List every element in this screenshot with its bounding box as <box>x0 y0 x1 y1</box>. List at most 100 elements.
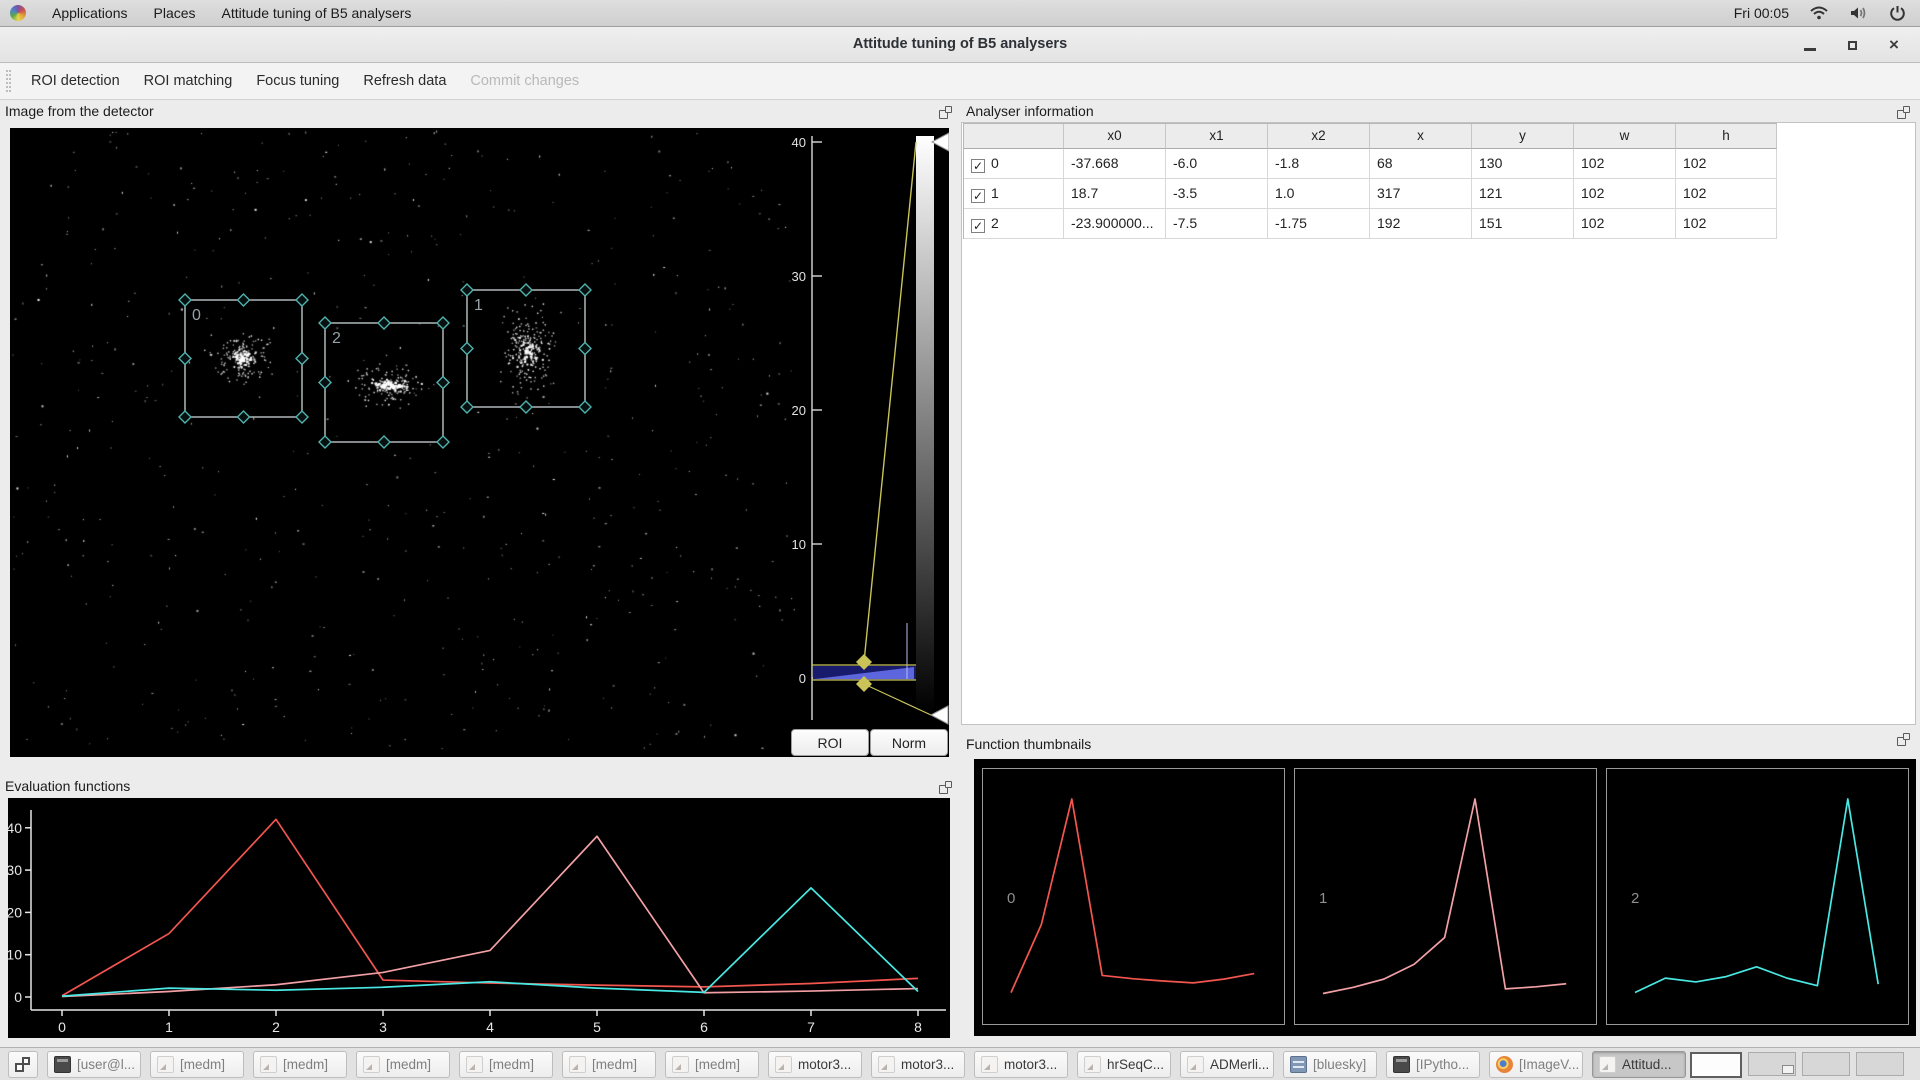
analyser-cell[interactable]: 317 <box>1370 179 1472 209</box>
analyser-cell[interactable]: 18.7 <box>1064 179 1166 209</box>
roi-handle[interactable] <box>378 436 390 448</box>
analyser-cell[interactable]: 102 <box>1676 149 1777 179</box>
places-menu[interactable]: Places <box>154 5 196 21</box>
roi-handle[interactable] <box>378 317 390 329</box>
analyser-cell[interactable]: 102 <box>1574 149 1676 179</box>
roi-handle[interactable] <box>179 353 191 365</box>
minimize-button[interactable] <box>1800 35 1820 55</box>
analyser-cell[interactable]: 102 <box>1574 209 1676 239</box>
norm-colorbar[interactable] <box>916 136 934 713</box>
roi-rect-1[interactable] <box>467 290 585 407</box>
taskbar-button-admerli[interactable]: ADMerli... <box>1180 1051 1274 1078</box>
power-icon[interactable] <box>1889 5 1906 22</box>
taskbar-button-hrseqc[interactable]: hrSeqC... <box>1077 1051 1171 1078</box>
roi-handle[interactable] <box>520 401 532 413</box>
volume-icon[interactable] <box>1849 5 1869 21</box>
taskbar-button-imagev[interactable]: [ImageV... <box>1489 1051 1583 1078</box>
analyser-cell[interactable]: 1.0 <box>1268 179 1370 209</box>
roi-handle[interactable] <box>579 343 591 355</box>
taskbar-button-motor3[interactable]: motor3... <box>974 1051 1068 1078</box>
analyser-cell[interactable]: 130 <box>1472 149 1574 179</box>
taskbar-button-motor3[interactable]: motor3... <box>871 1051 965 1078</box>
analyser-cell[interactable]: 151 <box>1472 209 1574 239</box>
roi-handle[interactable] <box>461 401 473 413</box>
toolbar-roi-matching[interactable]: ROI matching <box>134 67 243 95</box>
analyser-column-header[interactable]: x1 <box>1166 124 1268 149</box>
analyser-column-header[interactable]: w <box>1574 124 1676 149</box>
workspace-3[interactable] <box>1802 1052 1850 1076</box>
analyser-cell[interactable]: -37.668 <box>1064 149 1166 179</box>
taskbar-button-ipytho[interactable]: [IPytho... <box>1386 1051 1480 1078</box>
roi-handle[interactable] <box>437 436 449 448</box>
analyser-panel-float-icon[interactable] <box>1897 106 1910 119</box>
applications-menu[interactable]: Applications <box>52 5 128 21</box>
analyser-cell[interactable]: 102 <box>1676 179 1777 209</box>
roi-box-2[interactable]: 2 <box>319 317 449 448</box>
taskbar-button-medm[interactable]: [medm] <box>356 1051 450 1078</box>
taskbar-button-medm[interactable]: [medm] <box>150 1051 244 1078</box>
taskbar-button-motor3[interactable]: motor3... <box>768 1051 862 1078</box>
taskbar-button-userl[interactable]: [user@l... <box>47 1051 141 1078</box>
toolbar-grip[interactable] <box>6 70 11 92</box>
analyser-cell[interactable]: 102 <box>1574 179 1676 209</box>
evaluation-panel-float-icon[interactable] <box>939 781 952 794</box>
norm-max-arrow[interactable] <box>932 133 949 151</box>
toolbar-refresh-data[interactable]: Refresh data <box>353 67 456 95</box>
roi-handle[interactable] <box>319 317 331 329</box>
workspace-1[interactable] <box>1690 1052 1742 1078</box>
roi-handle[interactable] <box>296 411 308 423</box>
thumbnails-panel-float-icon[interactable] <box>1897 733 1910 746</box>
wifi-icon[interactable] <box>1809 5 1829 21</box>
roi-handle[interactable] <box>319 436 331 448</box>
roi-button[interactable]: ROI <box>791 729 869 756</box>
roi-box-1[interactable]: 1 <box>461 284 591 413</box>
analyser-cell[interactable]: 68 <box>1370 149 1472 179</box>
roi-handle[interactable] <box>579 284 591 296</box>
roi-handle[interactable] <box>579 401 591 413</box>
norm-button[interactable]: Norm <box>870 729 948 756</box>
toolbar-focus-tuning[interactable]: Focus tuning <box>246 67 349 95</box>
roi-handle[interactable] <box>296 294 308 306</box>
function-thumbnail-1[interactable]: 1 <box>1294 768 1597 1025</box>
roi-box-0[interactable]: 0 <box>179 294 308 423</box>
taskbar-button-medm[interactable]: [medm] <box>665 1051 759 1078</box>
roi-handle[interactable] <box>461 284 473 296</box>
analyser-column-header[interactable]: x2 <box>1268 124 1370 149</box>
roi-handle[interactable] <box>437 317 449 329</box>
analyser-cell[interactable]: 102 <box>1676 209 1777 239</box>
analyser-cell[interactable]: -23.900000... <box>1064 209 1166 239</box>
workspace-4[interactable] <box>1856 1052 1904 1076</box>
analyser-cell[interactable]: -1.75 <box>1268 209 1370 239</box>
analyser-column-header[interactable]: x <box>1370 124 1472 149</box>
applications-menu-icon[interactable] <box>10 5 26 21</box>
taskbar-button-medm[interactable]: [medm] <box>562 1051 656 1078</box>
analyser-column-header[interactable]: x0 <box>1064 124 1166 149</box>
maximize-button[interactable] <box>1842 35 1862 55</box>
analyser-column-header[interactable] <box>964 124 1064 149</box>
roi-rect-0[interactable] <box>185 300 302 417</box>
function-thumbnail-0[interactable]: 0 <box>982 768 1285 1025</box>
roi-handle[interactable] <box>437 377 449 389</box>
roi-handle[interactable] <box>520 284 532 296</box>
row-checkbox[interactable]: ✓ <box>971 219 985 233</box>
taskbar-button-window-switcher[interactable] <box>8 1051 38 1078</box>
taskbar-button-medm[interactable]: [medm] <box>459 1051 553 1078</box>
clock[interactable]: Fri 00:05 <box>1734 5 1789 21</box>
row-checkbox[interactable]: ✓ <box>971 159 985 173</box>
roi-handle[interactable] <box>296 353 308 365</box>
workspace-2[interactable] <box>1748 1052 1796 1076</box>
detector-panel-float-icon[interactable] <box>939 106 952 119</box>
analyser-cell[interactable]: -1.8 <box>1268 149 1370 179</box>
toolbar-roi-detection[interactable]: ROI detection <box>21 67 130 95</box>
row-checkbox[interactable]: ✓ <box>971 189 985 203</box>
roi-handle[interactable] <box>179 411 191 423</box>
taskbar-button-attitud[interactable]: Attitud... <box>1592 1051 1686 1078</box>
analyser-cell[interactable]: -6.0 <box>1166 149 1268 179</box>
roi-handle[interactable] <box>238 411 250 423</box>
analyser-cell[interactable]: -3.5 <box>1166 179 1268 209</box>
analyser-column-header[interactable]: h <box>1676 124 1777 149</box>
roi-handle[interactable] <box>461 343 473 355</box>
analyser-cell[interactable]: 192 <box>1370 209 1472 239</box>
norm-transfer-curve[interactable] <box>864 142 916 662</box>
topbar-active-window[interactable]: Attitude tuning of B5 analysers <box>222 5 412 21</box>
